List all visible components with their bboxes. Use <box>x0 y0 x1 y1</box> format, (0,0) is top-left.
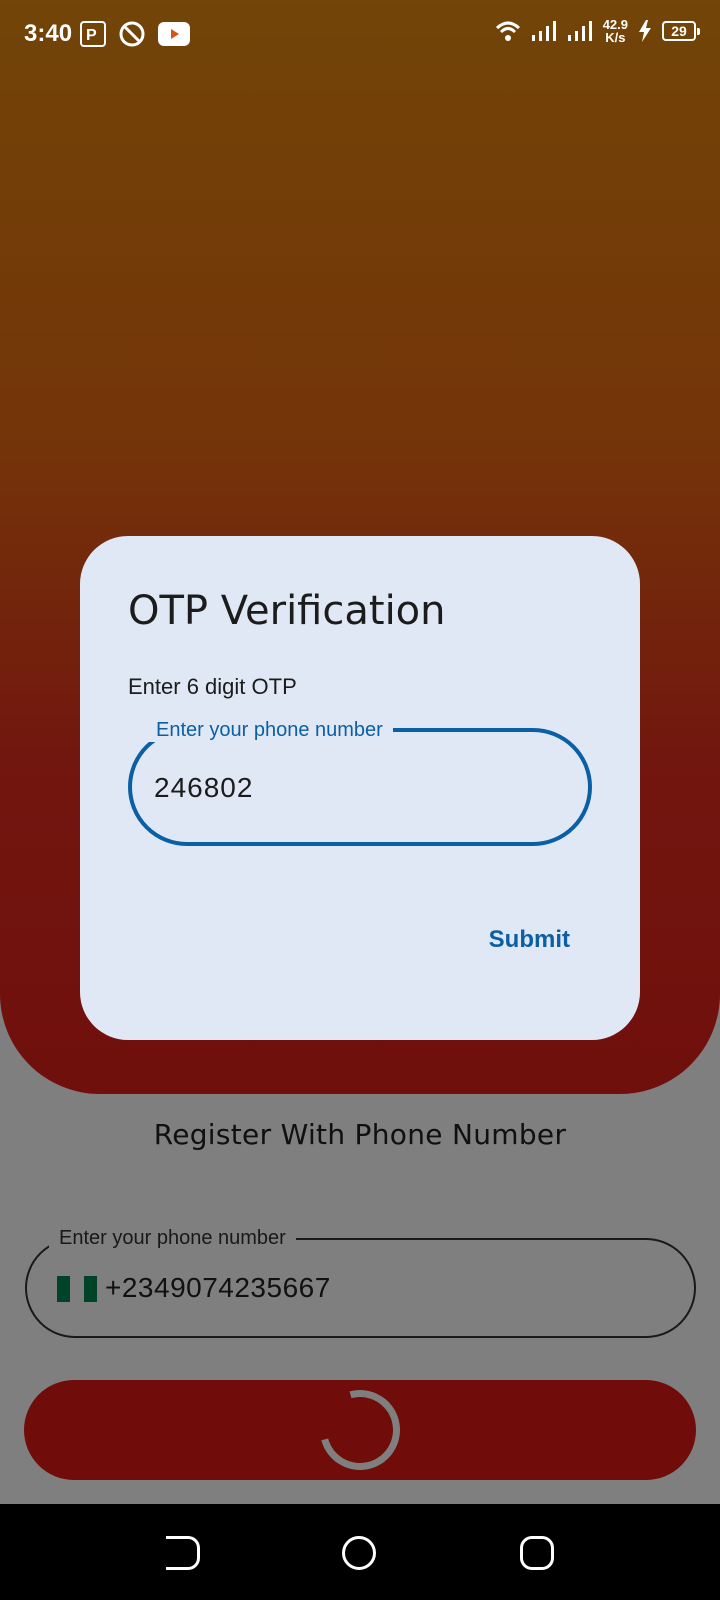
signal-1-icon <box>531 21 556 41</box>
home-icon[interactable] <box>342 1536 376 1570</box>
dialog-subtitle: Enter 6 digit OTP <box>128 674 297 699</box>
signal-2-icon <box>567 21 592 41</box>
status-right: 42.9 K/s 29 <box>495 18 700 44</box>
charging-bolt-icon <box>639 20 651 42</box>
otp-input-field[interactable]: Enter your phone number 246802 <box>128 718 592 846</box>
battery-level: 29 <box>671 23 687 39</box>
parking-app-icon: P <box>80 21 106 47</box>
status-time: 3:40 <box>24 20 73 47</box>
notification-icons: P <box>80 20 190 48</box>
net-speed: 42.9 K/s <box>603 18 628 44</box>
dialog-title: OTP Verification <box>128 588 446 634</box>
back-icon[interactable] <box>166 1536 200 1570</box>
otp-field-label: Enter your phone number <box>146 718 393 742</box>
recents-icon[interactable] <box>520 1536 554 1570</box>
submit-button[interactable]: Submit <box>489 926 570 954</box>
system-nav-bar <box>0 1504 720 1600</box>
otp-dialog: OTP Verification Enter 6 digit OTP Enter… <box>80 536 640 1040</box>
status-bar: 3:40 P 42.9 K/s 29 <box>0 0 720 72</box>
svg-text:P: P <box>86 27 97 44</box>
wifi-icon <box>495 21 520 41</box>
youtube-icon <box>158 22 190 46</box>
otp-field-value: 246802 <box>154 772 254 803</box>
battery-icon: 29 <box>662 21 700 41</box>
no-disturb-icon <box>119 21 145 47</box>
net-speed-unit: K/s <box>605 30 626 45</box>
